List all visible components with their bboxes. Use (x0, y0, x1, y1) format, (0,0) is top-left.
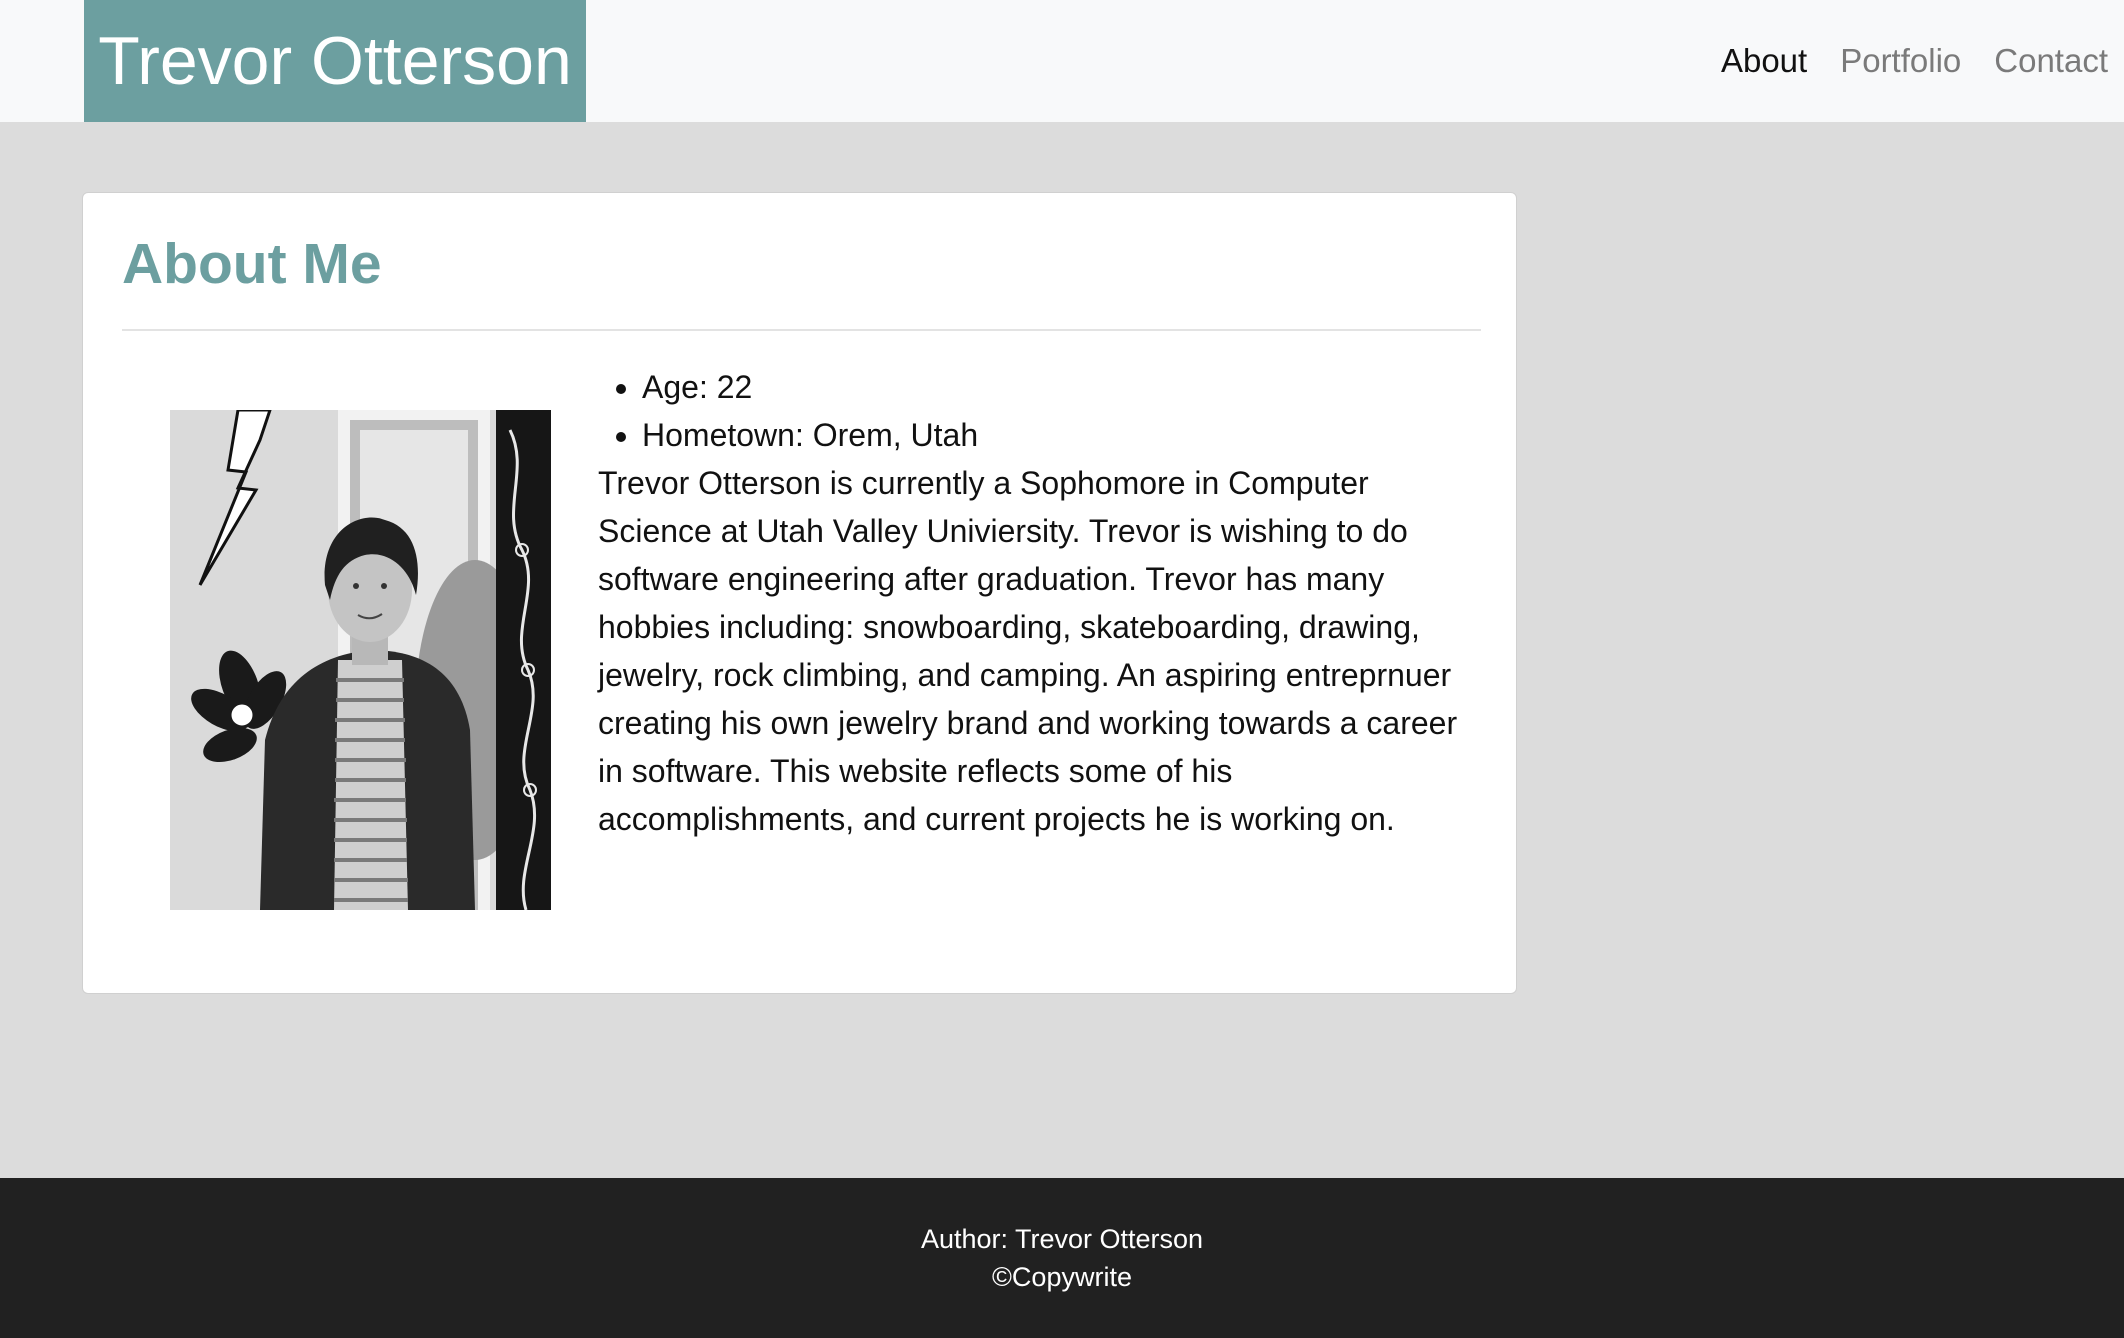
fact-age: Age: 22 (642, 363, 1488, 411)
about-title: About Me (122, 232, 382, 296)
about-info: Age: 22 Hometown: Orem, Utah Trevor Otte… (598, 363, 1488, 843)
nav-link-about[interactable]: About (1721, 42, 1807, 80)
nav-link-portfolio[interactable]: Portfolio (1840, 42, 1961, 80)
facts-list: Age: 22 Hometown: Orem, Utah (598, 363, 1488, 459)
nav-link-contact[interactable]: Contact (1994, 42, 2108, 80)
navbar: Trevor Otterson About Portfolio Contact (0, 0, 2124, 122)
main-nav: About Portfolio Contact (1688, 0, 2108, 122)
brand-logo[interactable]: Trevor Otterson (84, 0, 586, 122)
fact-hometown: Hometown: Orem, Utah (642, 411, 1488, 459)
footer-copyright: ©Copywrite (992, 1262, 1132, 1292)
footer-author: Author: Trevor Otterson (920, 1224, 1204, 1254)
bio-paragraph: Trevor Otterson is currently a Sophomore… (598, 465, 1458, 837)
about-card: About Me • Age: 22 • Hometown: Orem, Uta… (82, 192, 1517, 994)
footer: Author: Trevor Otterson ©Copywrite (0, 1178, 2124, 1338)
title-divider (122, 329, 1481, 331)
profile-photo (170, 410, 551, 910)
